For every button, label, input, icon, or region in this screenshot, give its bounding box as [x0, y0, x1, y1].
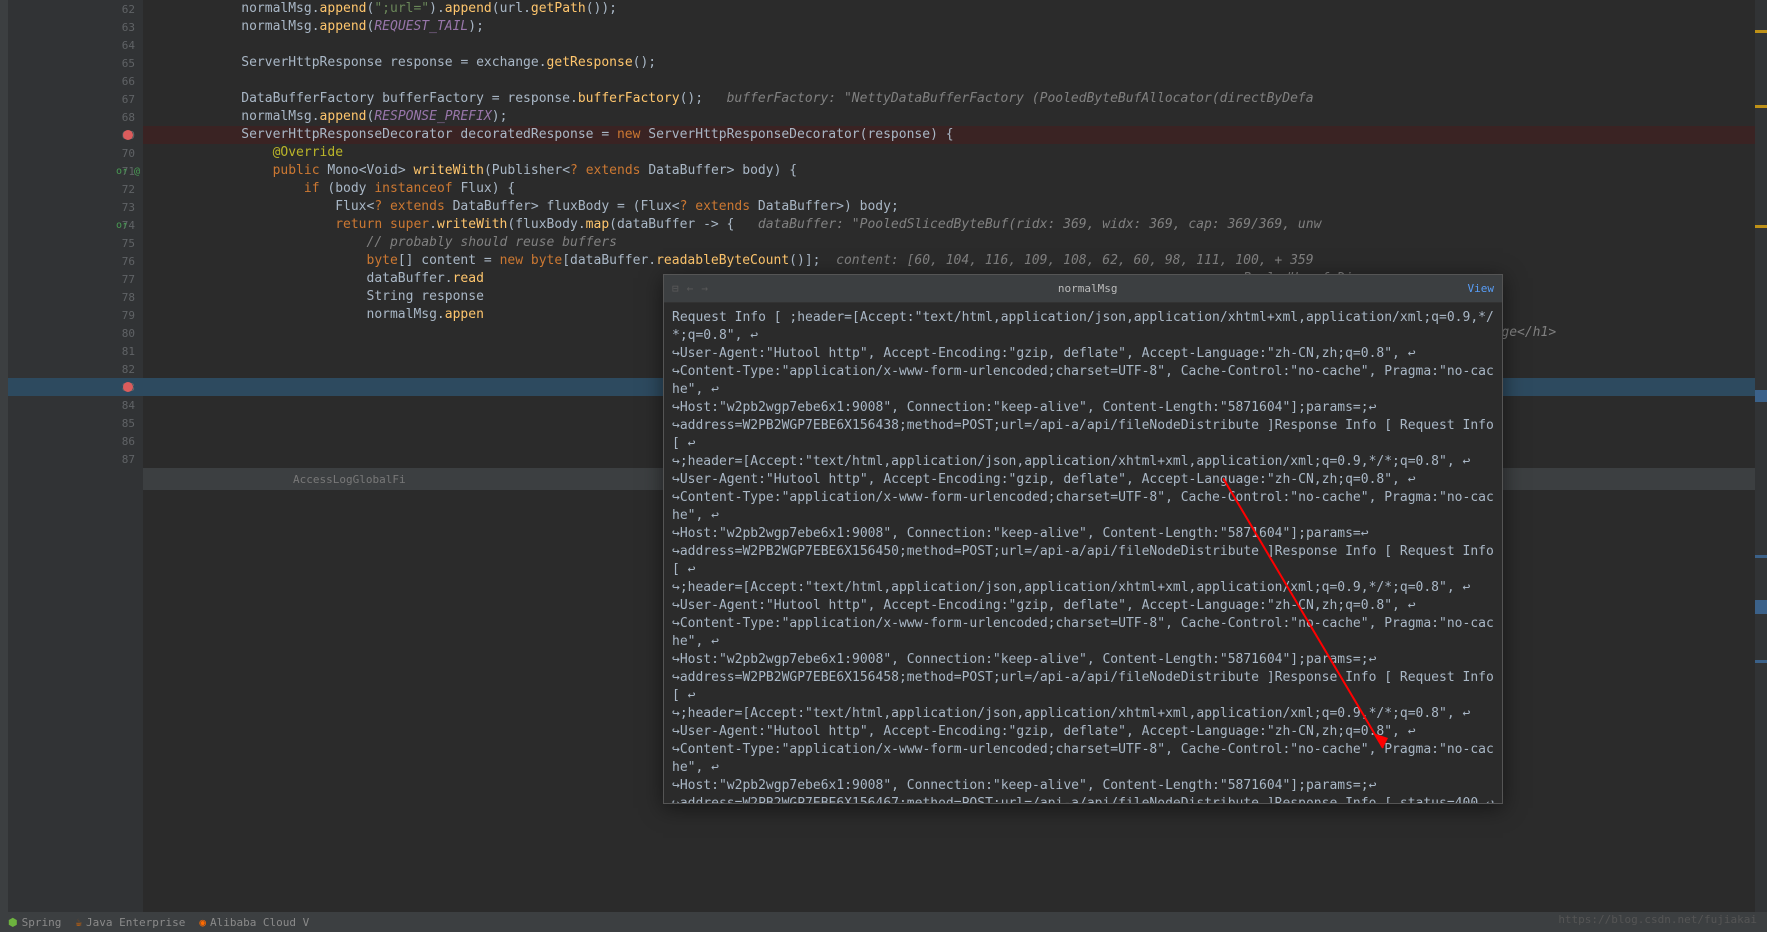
debug-value-popup[interactable]: ⊟ ← → normalMsg View Request Info [ ;hea…	[663, 274, 1503, 804]
breakpoint-icon[interactable]	[123, 382, 133, 392]
code-line[interactable]: DataBufferFactory bufferFactory = respon…	[143, 90, 1767, 108]
override-marker-icon[interactable]: o↑ @	[116, 166, 140, 177]
line-number: 67	[105, 93, 135, 106]
info-marker-icon[interactable]	[1755, 600, 1767, 614]
warning-marker-icon[interactable]	[1755, 105, 1767, 108]
warning-marker-icon[interactable]	[1755, 225, 1767, 228]
inline-debug-hint: dataBuffer: "PooledSlicedByteBuf(ridx: 3…	[758, 217, 1322, 232]
code-line[interactable]: normalMsg.append(";url=").append(url.get…	[143, 0, 1767, 18]
line-number: 77	[105, 273, 135, 286]
debug-variable-name: normalMsg	[716, 282, 1460, 295]
line-number: 68	[105, 111, 135, 124]
tool-window-stripe-left[interactable]	[0, 0, 8, 932]
status-bar: ⬢Spring ☕Java Enterprise ◉Alibaba Cloud …	[0, 912, 1767, 932]
override-marker-icon[interactable]: o↑	[116, 220, 128, 231]
line-number: 85	[105, 417, 135, 430]
inline-debug-hint: bufferFactory: "NettyDataBufferFactory (…	[727, 91, 1314, 106]
info-marker-icon[interactable]	[1755, 660, 1767, 663]
code-line[interactable]: if (body instanceof Flux) {	[143, 180, 1767, 198]
code-editor[interactable]: normalMsg.append(";url=").append(url.get…	[143, 0, 1767, 932]
line-number: 82	[105, 363, 135, 376]
constant: REQUEST_TAIL	[374, 19, 468, 34]
editor-gutter[interactable]: 62 63 64 65 66 67 68 69 70 71o↑ @ 72 73 …	[8, 0, 143, 932]
debug-value-text[interactable]: Request Info [ ;header=[Accept:"text/htm…	[664, 303, 1502, 803]
breakpoint-icon[interactable]	[123, 130, 133, 140]
line-number: 81	[105, 345, 135, 358]
line-number: 63	[105, 21, 135, 34]
info-marker-icon[interactable]	[1755, 555, 1767, 558]
tool-tab-alibaba[interactable]: ◉Alibaba Cloud V	[199, 916, 309, 929]
string-literal: ";url="	[374, 1, 429, 16]
code-line[interactable]: Flux<? extends DataBuffer> fluxBody = (F…	[143, 198, 1767, 216]
code-line[interactable]: public Mono<Void> writeWith(Publisher<? …	[143, 162, 1767, 180]
code-line[interactable]: ServerHttpResponse response = exchange.g…	[143, 54, 1767, 72]
nav-back-icon[interactable]: ←	[687, 282, 694, 295]
code-line[interactable]	[143, 36, 1767, 54]
line-number: 76	[105, 255, 135, 268]
warning-marker-icon[interactable]	[1755, 30, 1767, 33]
inline-debug-hint: content: [60, 104, 116, 109, 108, 62, 60…	[836, 253, 1313, 268]
code-line[interactable]: ServerHttpResponseDecorator decoratedRes…	[143, 126, 1767, 144]
tool-tab-java-ee[interactable]: ☕Java Enterprise	[75, 916, 185, 929]
breadcrumb-item[interactable]: AccessLogGlobalFi	[293, 473, 406, 486]
line-number: 70	[105, 147, 135, 160]
line-number: 79	[105, 309, 135, 322]
code-line[interactable]: return super.writeWith(fluxBody.map(data…	[143, 216, 1767, 234]
line-number: 65	[105, 57, 135, 70]
line-number: 78	[105, 291, 135, 304]
line-number: 66	[105, 75, 135, 88]
pin-icon[interactable]: ⊟	[672, 282, 679, 295]
line-number: 64	[105, 39, 135, 52]
code-line[interactable]: normalMsg.append(REQUEST_TAIL);	[143, 18, 1767, 36]
constant: RESPONSE_PREFIX	[374, 109, 491, 124]
code-line[interactable]: normalMsg.append(RESPONSE_PREFIX);	[143, 108, 1767, 126]
code-line[interactable]	[143, 72, 1767, 90]
info-marker-icon[interactable]	[1755, 390, 1767, 402]
line-number: 86	[105, 435, 135, 448]
line-number: 87	[105, 453, 135, 466]
code-line[interactable]: // probably should reuse buffers	[143, 234, 1767, 252]
line-number: 75	[105, 237, 135, 250]
code-line[interactable]: @Override	[143, 144, 1767, 162]
code-line[interactable]: byte[] content = new byte[dataBuffer.rea…	[143, 252, 1767, 270]
debug-popup-header: ⊟ ← → normalMsg View	[664, 275, 1502, 303]
line-number: 84	[105, 399, 135, 412]
line-number: 73	[105, 201, 135, 214]
line-number: 72	[105, 183, 135, 196]
editor-root: 62 63 64 65 66 67 68 69 70 71o↑ @ 72 73 …	[0, 0, 1767, 932]
nav-forward-icon[interactable]: →	[701, 282, 708, 295]
watermark-text: https://blog.csdn.net/fujiakai	[1558, 913, 1757, 926]
view-link[interactable]: View	[1468, 282, 1495, 295]
error-stripe[interactable]	[1755, 0, 1767, 932]
line-number: 80	[105, 327, 135, 340]
line-number: 62	[105, 3, 135, 16]
tool-tab-spring[interactable]: ⬢Spring	[8, 916, 61, 929]
